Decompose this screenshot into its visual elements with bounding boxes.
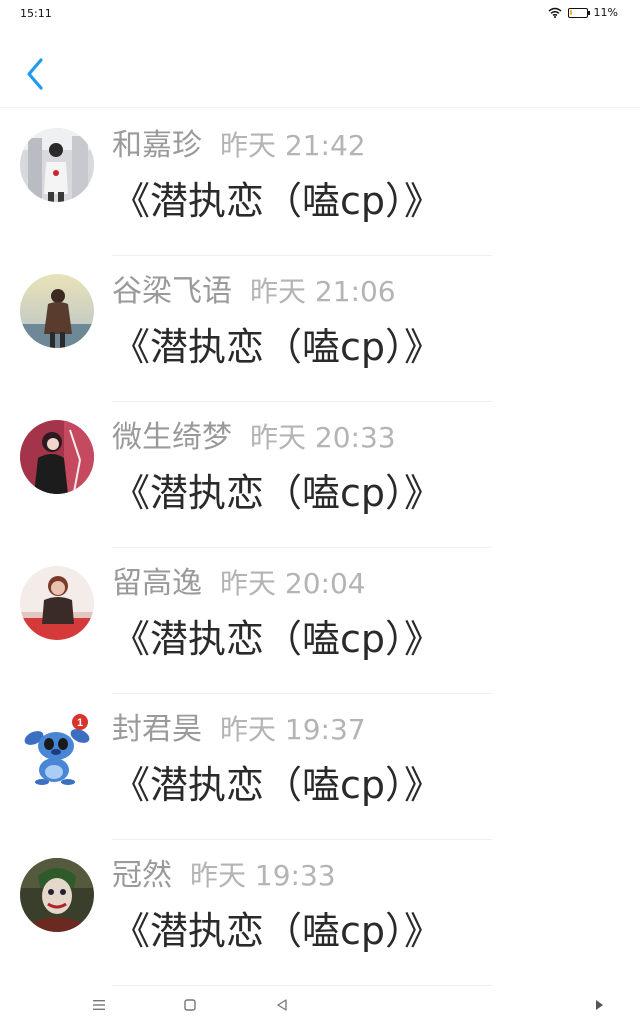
comment-item[interactable]: 微生绮梦 昨天 20:33 《潜执恋（嗑cp）》 bbox=[0, 402, 640, 548]
avatar[interactable] bbox=[20, 566, 94, 640]
timestamp: 昨天 21:06 bbox=[250, 275, 396, 308]
timestamp: 昨天 20:04 bbox=[220, 567, 366, 600]
comment-text: 《潜执恋（嗑cp）》 bbox=[112, 179, 443, 223]
comment-text: 《潜执恋（嗑cp）》 bbox=[112, 909, 443, 953]
chevron-left-icon bbox=[27, 58, 43, 90]
username[interactable]: 留高逸 bbox=[112, 558, 202, 602]
comment-text: 《潜执恋（嗑cp）》 bbox=[112, 617, 443, 661]
avatar-photo-sunset-icon bbox=[20, 274, 94, 348]
avatar-photo-portrait-icon bbox=[20, 566, 94, 640]
battery-icon bbox=[567, 7, 590, 18]
username[interactable]: 微生绮梦 bbox=[112, 412, 232, 456]
comment-item[interactable]: 1 封君昊 昨天 19:37 《潜执恋（嗑cp）》 bbox=[0, 694, 640, 840]
timestamp: 昨天 19:33 bbox=[190, 859, 336, 892]
username[interactable]: 谷梁飞语 bbox=[112, 266, 232, 310]
username[interactable]: 封君昊 bbox=[112, 704, 202, 748]
battery-percent: 11% bbox=[593, 6, 618, 19]
avatar-photo-redwall-icon bbox=[20, 420, 94, 494]
play-triangle-icon[interactable] bbox=[594, 996, 604, 1015]
comment-meta: 和嘉珍 昨天 21:42 bbox=[112, 120, 366, 164]
back-button[interactable] bbox=[18, 54, 52, 94]
comment-meta: 冠然 昨天 19:33 bbox=[112, 850, 336, 894]
avatar-cartoon-stitch-icon: 1 bbox=[20, 712, 94, 786]
avatar-photo-joker-icon bbox=[20, 858, 94, 932]
home-square-icon[interactable] bbox=[184, 996, 196, 1015]
comment-text: 《潜执恋（嗑cp）》 bbox=[112, 325, 443, 369]
comment-meta: 微生绮梦 昨天 20:33 bbox=[112, 412, 396, 456]
avatar[interactable]: 1 bbox=[20, 712, 94, 786]
username[interactable]: 和嘉珍 bbox=[112, 120, 202, 164]
comment-meta: 留高逸 昨天 20:04 bbox=[112, 558, 366, 602]
menu-icon[interactable] bbox=[92, 996, 106, 1015]
comment-item[interactable]: 谷梁飞语 昨天 21:06 《潜执恋（嗑cp）》 bbox=[0, 256, 640, 402]
timestamp: 昨天 19:37 bbox=[220, 713, 366, 746]
timestamp: 昨天 20:33 bbox=[250, 421, 396, 454]
battery-fill bbox=[569, 9, 572, 15]
avatar[interactable] bbox=[20, 128, 94, 202]
comment-text: 《潜执恋（嗑cp）》 bbox=[112, 763, 443, 807]
comment-item[interactable]: 和嘉珍 昨天 21:42 《潜执恋（嗑cp）》 bbox=[0, 110, 640, 256]
comment-item[interactable]: 冠然 昨天 19:33 《潜执恋（嗑cp）》 bbox=[0, 840, 640, 986]
back-triangle-icon[interactable] bbox=[276, 996, 288, 1015]
status-bar: 15:11 11% bbox=[0, 0, 640, 26]
status-time: 15:11 bbox=[20, 7, 52, 20]
comment-meta: 谷梁飞语 昨天 21:06 bbox=[112, 266, 396, 310]
avatar-photo-street-icon bbox=[20, 128, 94, 202]
wifi-icon bbox=[548, 7, 562, 18]
username[interactable]: 冠然 bbox=[112, 850, 172, 894]
avatar[interactable] bbox=[20, 420, 94, 494]
comment-meta: 封君昊 昨天 19:37 bbox=[112, 704, 366, 748]
avatar[interactable] bbox=[20, 274, 94, 348]
comment-text: 《潜执恋（嗑cp）》 bbox=[112, 471, 443, 515]
comment-item[interactable]: 留高逸 昨天 20:04 《潜执恋（嗑cp）》 bbox=[0, 548, 640, 694]
header-bar bbox=[0, 26, 640, 108]
status-indicators: 11% bbox=[548, 6, 618, 19]
timestamp: 昨天 21:42 bbox=[220, 129, 366, 162]
comment-list: 和嘉珍 昨天 21:42 《潜执恋（嗑cp）》 谷梁飞语 昨天 21:06 《潜… bbox=[0, 110, 640, 986]
avatar[interactable] bbox=[20, 858, 94, 932]
svg-text:1: 1 bbox=[77, 717, 83, 729]
system-nav-bar bbox=[0, 986, 640, 1024]
